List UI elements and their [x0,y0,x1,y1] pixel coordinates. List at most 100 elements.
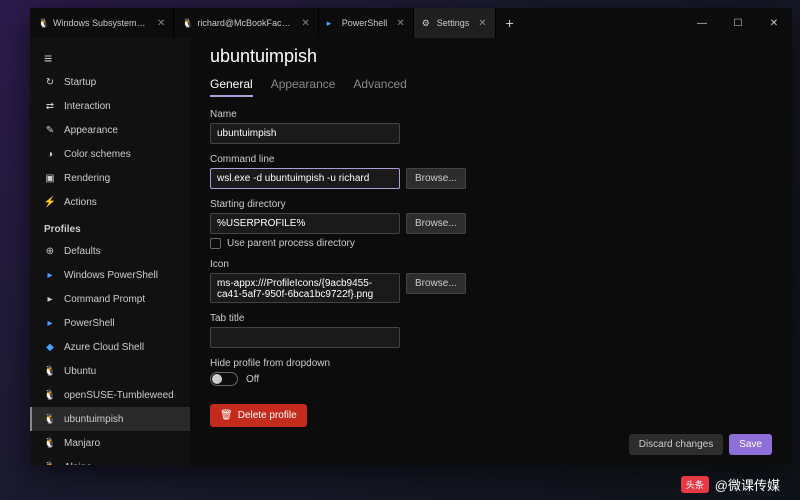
sidebar-item-label: openSUSE-Tumbleweed [64,390,174,401]
tux-icon: 🐧 [38,18,48,28]
maximize-button[interactable]: ☐ [720,8,756,38]
sidebar-profile-manjaro[interactable]: 🐧 Manjaro [30,431,190,455]
name-label: Name [210,109,772,120]
sidebar-profile-ubuntuimpish[interactable]: 🐧 ubuntuimpish [30,407,190,431]
tab-appearance[interactable]: Appearance [271,77,336,97]
tab-settings[interactable]: ⚙ Settings ✕ [414,8,496,38]
name-input[interactable] [210,123,400,144]
sidebar-item-label: Windows PowerShell [64,270,158,281]
starting-directory-input[interactable] [210,213,400,234]
profile-icon: ▸ [44,317,56,329]
delete-profile-button[interactable]: 🗑 Delete profile [210,404,307,427]
hide-profile-field: Hide profile from dropdown Off [210,358,772,386]
sidebar-profile-command prompt[interactable]: ▸ Command Prompt [30,287,190,311]
profile-icon: 🐧 [44,437,56,449]
hamburger-icon[interactable]: ≡ [30,46,190,70]
sidebar-profile-windows powershell[interactable]: ▸ Windows PowerShell [30,263,190,287]
sidebar-item-rendering[interactable]: ▣ Rendering [30,166,190,190]
tab-title-label: Tab title [210,313,772,324]
sidebar-profile-defaults[interactable]: ⊕ Defaults [30,239,190,263]
browse-button[interactable]: Browse... [406,168,466,189]
close-icon[interactable]: ✕ [396,18,404,29]
tab-wsl[interactable]: 🐧 Windows Subsystem for Linux P ✕ [30,8,174,38]
sidebar-item-label: Startup [64,77,96,88]
minimize-button[interactable]: — [684,8,720,38]
profiles-header: Profiles [30,214,190,239]
sidebar-item-label: Manjaro [64,438,100,449]
trash-icon: 🗑 [220,410,233,421]
window-controls: — ☐ ✕ [684,8,792,38]
sidebar-profile-ubuntu[interactable]: 🐧Ubuntu [30,359,190,383]
profile-icon: 🐧 [44,461,56,465]
hide-toggle[interactable] [210,372,238,386]
profile-icon: ▸ [44,293,56,305]
tab-powershell[interactable]: ▸ PowerShell ✕ [319,8,414,38]
sidebar-profile-azure cloud shell[interactable]: ◆ Azure Cloud Shell [30,335,190,359]
sidebar-item-startup[interactable]: ↻ Startup [30,70,190,94]
sidebar-item-label: Interaction [64,101,111,112]
new-tab-button[interactable]: + [496,8,524,38]
sidebar-item-color schemes[interactable]: ◑ Color schemes [30,142,190,166]
content-pane: ubuntuimpish General Appearance Advanced… [190,38,792,465]
command-line-label: Command line [210,154,772,165]
close-icon[interactable]: ✕ [157,18,165,29]
tab-label: PowerShell [342,18,388,28]
sidebar-item-label: Actions [64,197,97,208]
watermark-badge: 头条 [681,476,709,493]
tab-label: Settings [437,18,470,28]
sidebar-item-label: Azure Cloud Shell [64,342,144,353]
sidebar: ≡ ↻ Startup ⇄ Interaction ✎Appearance ◑ Color … [30,38,190,465]
sidebar-profile-powershell[interactable]: ▸PowerShell [30,311,190,335]
sidebar-item-label: Rendering [64,173,110,184]
sidebar-icon: ↻ [44,76,56,88]
window-body: ≡ ↻Startup⇄Interaction✎Appearance◑Color … [30,38,792,465]
tab-advanced[interactable]: Advanced [353,77,406,97]
sidebar-item-interaction[interactable]: ⇄ Interaction [30,94,190,118]
tab-general[interactable]: General [210,77,253,97]
sidebar-icon: ◑ [44,148,56,160]
profile-icon: 🐧 [44,413,56,425]
sidebar-item-label: Command Prompt [64,294,145,305]
sidebar-icon: ✎ [44,124,56,136]
close-icon[interactable]: ✕ [301,18,309,29]
sidebar-icon: ▣ [44,172,56,184]
profile-icon: 🐧 [44,365,56,377]
sidebar-item-label: ubuntuimpish [64,414,123,425]
tab-richard[interactable]: 🐧 richard@McBookFace: /etc ✕ [174,8,318,38]
footer-buttons: Discard changes Save [629,434,772,455]
powershell-icon: ▸ [327,18,337,28]
close-icon[interactable]: ✕ [478,18,486,29]
sidebar-profile-opensuse-tumbleweed[interactable]: 🐧 openSUSE-Tumbleweed [30,383,190,407]
sidebar-icon: ⚡ [44,196,56,208]
profile-icon: 🐧 [44,389,56,401]
use-parent-checkbox-row[interactable]: Use parent process directory [210,238,772,249]
checkbox-icon[interactable] [210,238,221,249]
browse-button[interactable]: Browse... [406,213,466,234]
titlebar: 🐧 Windows Subsystem for Linux P ✕ 🐧 rich… [30,8,792,38]
name-field: Name [210,109,772,144]
use-parent-label: Use parent process directory [227,238,355,249]
discard-button[interactable]: Discard changes [629,434,723,455]
hide-state: Off [246,374,259,385]
profile-icon: ⊕ [44,245,56,257]
tab-label: richard@McBookFace: /etc [197,18,292,28]
terminal-window: 🐧 Windows Subsystem for Linux P ✕ 🐧 rich… [30,8,792,465]
profile-icon: ◆ [44,341,56,353]
tux-icon: 🐧 [182,18,192,28]
sidebar-item-actions[interactable]: ⚡ Actions [30,190,190,214]
gear-icon: ⚙ [422,18,432,28]
sidebar-item-label: Defaults [64,246,101,257]
sidebar-item-label: Color schemes [64,149,131,160]
sidebar-icon: ⇄ [44,100,56,112]
tab-title-input[interactable] [210,327,400,348]
save-button[interactable]: Save [729,434,772,455]
icon-input[interactable]: ms-appx:///ProfileIcons/{9acb9455-ca41-5… [210,273,400,303]
delete-label: Delete profile [238,410,297,421]
profile-icon: ▸ [44,269,56,281]
sidebar-item-appearance[interactable]: ✎Appearance [30,118,190,142]
content-tabs: General Appearance Advanced [210,77,772,97]
command-line-input[interactable] [210,168,400,189]
browse-button[interactable]: Browse... [406,273,466,294]
close-button[interactable]: ✕ [756,8,792,38]
sidebar-profile-alpine[interactable]: 🐧Alpine [30,455,190,465]
